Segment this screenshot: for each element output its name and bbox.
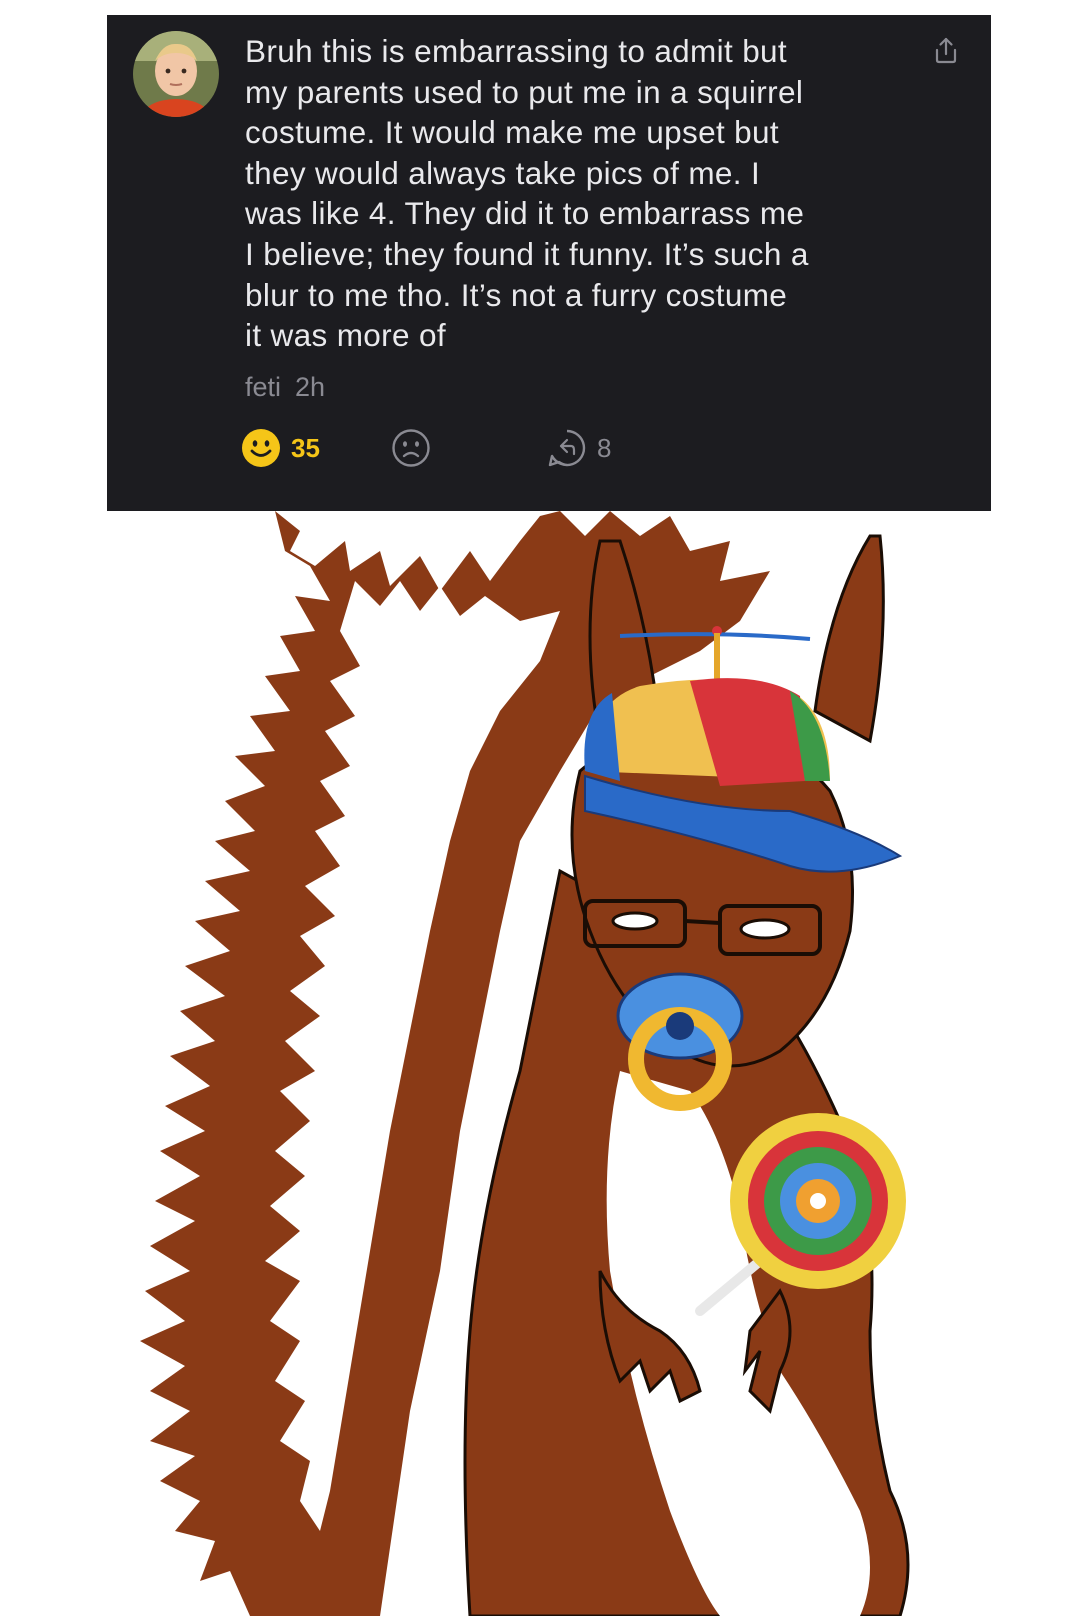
squirrel-illustration xyxy=(0,511,1080,1616)
dislike-button[interactable] xyxy=(391,426,431,470)
comment-card: Bruh this is embarrassing to admit but m… xyxy=(107,15,991,511)
smile-icon xyxy=(242,429,280,467)
frown-icon xyxy=(392,429,430,467)
share-button[interactable] xyxy=(929,33,963,67)
comment-text: Bruh this is embarrassing to admit but m… xyxy=(245,33,809,354)
avatar[interactable] xyxy=(133,31,219,117)
avatar-image xyxy=(133,31,219,117)
reply-button[interactable]: 8 xyxy=(547,426,611,470)
comment-author[interactable]: feti xyxy=(245,371,281,403)
comment-actions: 35 8 xyxy=(241,426,741,470)
comment-timestamp: 2h xyxy=(295,372,326,402)
reply-icon xyxy=(548,429,586,467)
squirrel-meme-image xyxy=(0,511,1080,1616)
reply-count: 8 xyxy=(597,432,612,463)
like-count: 35 xyxy=(291,432,320,463)
like-button[interactable]: 35 xyxy=(241,426,320,470)
share-icon xyxy=(935,37,957,64)
comment-meta: feti 2h xyxy=(245,371,325,403)
